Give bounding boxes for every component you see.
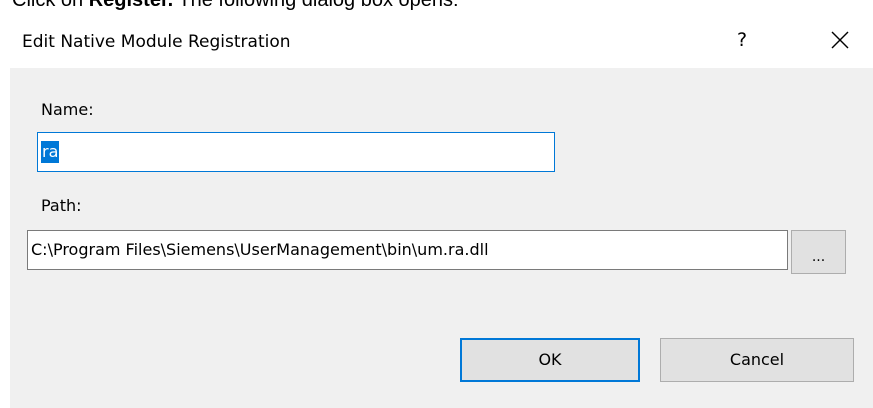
dialog-title: Edit Native Module Registration [22, 32, 291, 52]
dialog-title-bar[interactable]: Edit Native Module Registration ? [0, 14, 873, 68]
name-input[interactable]: ra [37, 132, 555, 172]
ok-button[interactable]: OK [460, 338, 640, 382]
browse-button[interactable]: ... [791, 230, 846, 274]
caption-emphasis: Register. [88, 0, 174, 11]
document-caption: Click on Register. The following dialog … [0, 0, 873, 14]
help-button[interactable]: ? [722, 22, 762, 58]
close-icon [831, 31, 849, 49]
path-input[interactable]: C:\Program Files\Siemens\UserManagement\… [27, 230, 788, 270]
cancel-button[interactable]: Cancel [660, 338, 854, 382]
caption-prefix: Click on [12, 0, 89, 11]
dialog-body: Name: ra Path: C:\Program Files\Siemens\… [10, 68, 873, 408]
name-label: Name: [41, 100, 94, 119]
close-button[interactable] [820, 22, 860, 58]
path-input-value: C:\Program Files\Siemens\UserManagement\… [31, 240, 489, 259]
path-label: Path: [41, 196, 82, 215]
name-input-value: ra [41, 141, 60, 163]
caption-suffix: The following dialog box opens: [173, 0, 459, 11]
document-caption-text: Click on Register. The following dialog … [12, 0, 459, 11]
browse-button-label: ... [811, 249, 826, 265]
